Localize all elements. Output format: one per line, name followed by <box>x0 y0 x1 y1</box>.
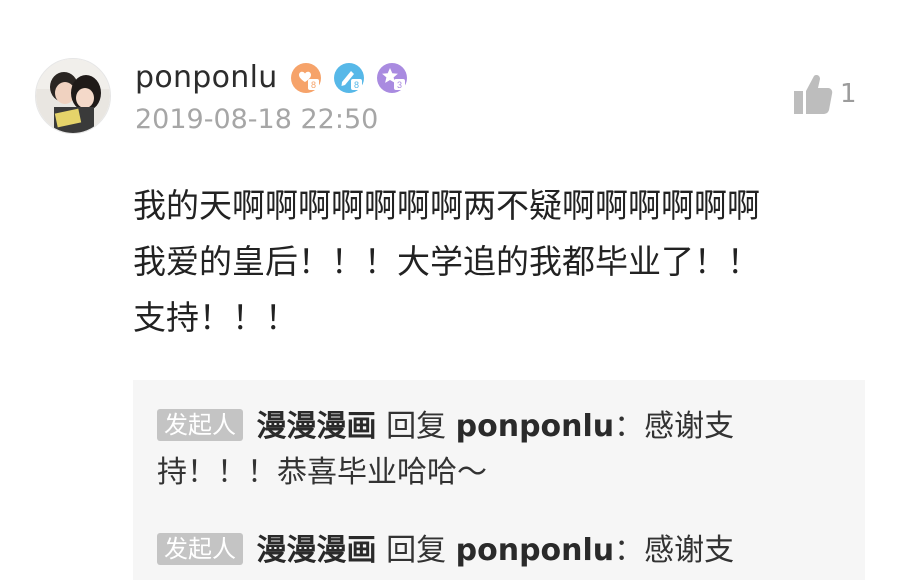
like-button[interactable]: 1 <box>792 72 857 116</box>
svg-text:8: 8 <box>311 80 316 90</box>
comment-body: 我的天啊啊啊啊啊啊啊两不疑啊啊啊啊啊啊 我爱的皇后！！！大学追的我都毕业了！！ … <box>133 186 760 337</box>
reply-item[interactable]: 发起人 漫漫漫画 回复 ponponlu：感谢支 <box>157 528 797 574</box>
username[interactable]: ponponlu <box>135 58 278 98</box>
reply-word: 回复 <box>386 533 447 568</box>
initiator-tag: 发起人 <box>157 533 243 565</box>
reply-word: 回复 <box>386 409 447 444</box>
star-level-badge-icon[interactable]: 3 <box>376 62 408 94</box>
reply-author[interactable]: 漫漫漫画 <box>257 409 377 444</box>
pencil-level-badge-icon[interactable]: 8 <box>333 62 365 94</box>
svg-text:3: 3 <box>397 80 402 90</box>
like-count: 1 <box>840 79 857 109</box>
reply-text: ：感谢支 <box>614 533 735 568</box>
replies-panel: 发起人 漫漫漫画 回复 ponponlu：感谢支持！！！恭喜毕业哈哈～ 发起人 … <box>133 380 865 580</box>
initiator-tag: 发起人 <box>157 409 243 441</box>
reply-text: ：感谢支持！！！恭喜毕业哈哈～ <box>157 409 735 490</box>
user-badges: 8 8 3 <box>290 62 408 94</box>
comment-timestamp: 2019-08-18 22:50 <box>135 104 379 135</box>
svg-text:8: 8 <box>354 80 359 90</box>
reply-item[interactable]: 发起人 漫漫漫画 回复 ponponlu：感谢支持！！！恭喜毕业哈哈～ <box>157 404 797 496</box>
avatar[interactable] <box>35 58 111 134</box>
heart-level-badge-icon[interactable]: 8 <box>290 62 322 94</box>
reply-author[interactable]: 漫漫漫画 <box>257 533 377 568</box>
reply-target[interactable]: ponponlu <box>456 533 615 568</box>
reply-target[interactable]: ponponlu <box>456 409 615 444</box>
thumbs-up-icon <box>794 75 833 114</box>
